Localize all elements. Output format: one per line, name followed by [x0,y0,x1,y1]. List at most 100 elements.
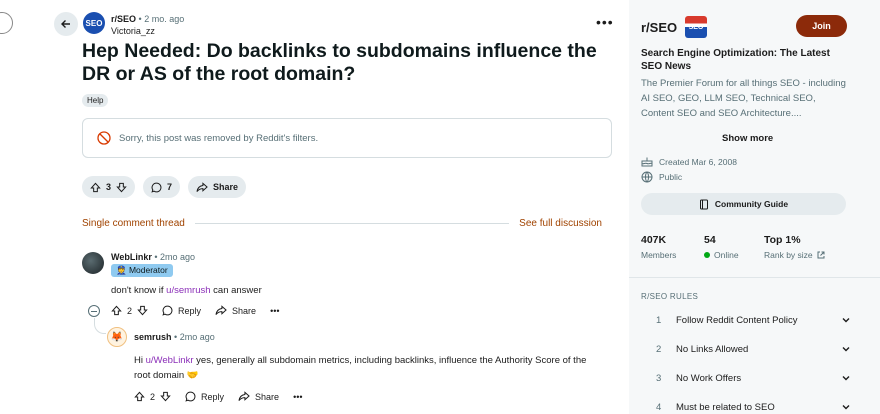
comment-header: semrush • 2mo ago [134,332,215,342]
moderator-badge: 👮 Moderator [111,264,173,277]
more-options-button[interactable]: ••• [596,14,614,30]
single-thread-label: Single comment thread [82,218,185,229]
comment-actions: 2 Reply Share ••• [134,391,303,402]
post-author[interactable]: Victoria_zz [111,26,155,36]
rule-item[interactable]: 1 Follow Reddit Content Policy [641,310,851,330]
rule-item[interactable]: 2 No Links Allowed [641,339,851,359]
reply-button[interactable]: Reply [185,391,224,402]
prohibited-icon [97,131,111,145]
community-name[interactable]: r/SEO [641,20,677,35]
thread-divider [194,223,510,224]
online-label: Online [714,250,739,260]
post-time: 2 mo. ago [144,14,185,24]
comment-header: WebLinkr • 2mo ago [111,252,196,262]
arrow-left-icon [61,20,70,28]
downvote-icon[interactable] [160,391,171,402]
share-icon [238,391,250,401]
members-label: Members [641,250,677,260]
post-meta: r/SEO • 2 mo. ago [111,14,185,24]
reply-button[interactable]: Reply [162,305,201,316]
online-dot-icon [704,252,710,258]
subreddit-avatar[interactable]: SEO [83,12,105,34]
removed-notice: Sorry, this post was removed by Reddit's… [82,118,612,158]
avatar[interactable]: 🦊 [107,327,127,347]
chevron-down-icon [842,347,850,352]
created-date: Created Mar 6, 2008 [659,156,737,167]
comment-body: don't know if u/semrush can answer [111,285,262,296]
user-mention-link[interactable]: u/semrush [166,285,210,296]
post-actions: 3 7 Share [82,176,247,198]
chevron-down-icon [842,318,850,323]
thread-bar: Single comment thread See full discussio… [82,218,602,229]
share-button[interactable]: Share [215,305,256,316]
share-label: Share [213,182,239,192]
post-title: Hep Needed: Do backlinks to subdomains i… [82,40,597,85]
moderator-icon: 👮 [116,265,127,275]
community-description: The Premier Forum for all things SEO - i… [641,78,846,119]
comment-vote-count: 2 [150,391,156,402]
comment-count: 7 [167,182,173,192]
comment-vote-count: 2 [127,305,133,316]
vote-count: 3 [106,182,112,192]
subreddit-link[interactable]: r/SEO [111,14,136,24]
back-button[interactable] [54,12,78,36]
created-row: Created Mar 6, 2008 [641,156,737,167]
rule-item[interactable]: 3 No Work Offers [641,368,851,388]
removed-notice-text: Sorry, this post was removed by Reddit's… [119,132,319,144]
show-more-button[interactable]: Show more [722,133,773,144]
downvote-icon[interactable] [137,305,148,316]
comment-vote: 2 [111,305,148,316]
comment-icon [151,182,162,193]
sidebar-divider [629,277,880,278]
community-sidebar: r/SEO SEO Join Search Engine Optimizatio… [629,0,880,414]
chevron-down-icon [842,405,850,410]
visibility-row: Public [641,171,682,183]
globe-icon [641,171,653,183]
rank-link[interactable]: Rank by size [764,250,825,260]
rule-item[interactable]: 4 Must be related to SEO [641,397,851,414]
comment-author[interactable]: WebLinkr [111,252,152,262]
rules-header: R/SEO RULES [641,292,699,301]
comment-vote: 2 [134,391,171,402]
partial-circle-icon [0,12,13,34]
minus-icon [91,310,97,312]
comment-icon [185,391,196,402]
members-stat: 407K Members [641,234,676,260]
cake-icon [641,157,653,167]
community-guide-button[interactable]: Community Guide [641,193,846,215]
downvote-icon[interactable] [116,182,127,193]
comment-time: 2mo ago [160,252,196,262]
see-full-discussion-link[interactable]: See full discussion [519,218,602,229]
share-button[interactable]: Share [238,391,279,402]
comments-button[interactable]: 7 [143,176,181,198]
community-tagline: Search Engine Optimization: The Latest S… [641,48,830,72]
comment-body: Hi u/WebLinkr yes, generally all subdoma… [134,355,587,381]
rank-stat: Top 1% Rank by size [764,234,825,260]
online-value: 54 [704,234,716,246]
comment-time: 2mo ago [179,332,215,342]
share-button[interactable]: Share [188,176,247,198]
avatar[interactable] [82,252,104,274]
upvote-icon[interactable] [90,182,101,193]
share-icon [215,305,227,315]
collapse-thread-button[interactable] [88,305,100,317]
share-icon [196,181,208,192]
thread-line [94,318,106,334]
book-icon [699,199,708,209]
upvote-icon[interactable] [134,391,145,402]
post-flair[interactable]: Help [82,94,109,107]
visibility-text: Public [659,172,683,182]
comment-actions: 2 Reply Share ••• [111,305,280,316]
more-options-button[interactable]: ••• [293,392,302,402]
members-value: 407K [641,234,667,246]
user-mention-link[interactable]: u/WebLinkr [146,355,194,366]
join-button[interactable]: Join [796,15,847,37]
more-options-button[interactable]: ••• [270,306,279,316]
comment-author[interactable]: semrush [134,332,172,342]
chevron-down-icon [842,376,850,381]
comment-icon [162,305,173,316]
vote-pill: 3 [82,176,136,198]
online-stat: 54 Online [704,234,739,260]
community-icon: SEO [685,16,707,38]
upvote-icon[interactable] [111,305,122,316]
